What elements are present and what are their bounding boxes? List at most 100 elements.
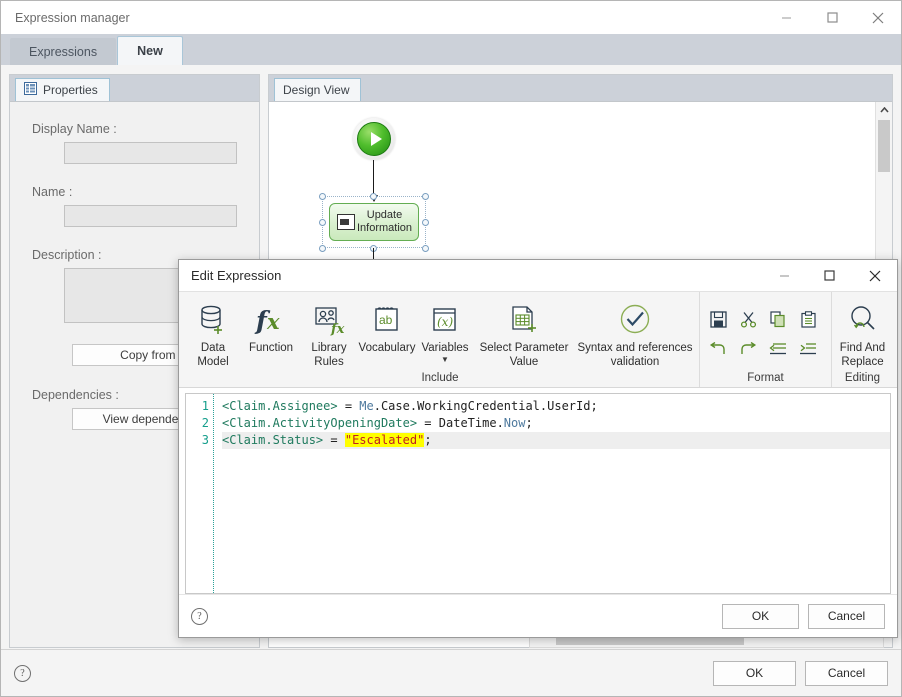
activity-node-update-information[interactable]: Update Information [329,203,419,241]
ribbon-label-function: Function [248,342,294,354]
code-token: = [337,399,360,413]
display-name-field[interactable] [64,142,237,164]
ribbon-group-label-format: Format [747,371,784,384]
code-token: UserId [547,399,591,413]
ribbon-button-function[interactable]: f x Function [242,298,300,355]
ribbon-button-select-parameter-value[interactable]: Select Parameter Value [474,298,574,369]
chevron-down-icon[interactable]: ▼ [441,356,449,364]
selection-handle[interactable] [319,193,326,200]
tab-design-view[interactable]: Design View [274,78,362,101]
dialog-cancel-button[interactable]: Cancel [808,603,885,629]
dialog-ok-button[interactable]: OK [722,603,799,629]
design-hscroll-thumb[interactable] [556,638,744,645]
ribbon-button-vocabulary[interactable]: ab Vocabulary [358,298,416,355]
help-icon[interactable]: ? [14,664,31,682]
selection-handle[interactable] [319,245,326,252]
ribbon-group-format: Format [699,292,831,387]
main-footer: ? OK Cancel [1,649,901,696]
library-rules-icon: fx [313,300,345,340]
select-parameter-value-icon [508,300,540,340]
ribbon-label-find-and-replace: Find And Replace [839,342,886,368]
format-icon-grid [703,298,823,364]
window-controls [763,1,901,34]
selection-handle[interactable] [422,245,429,252]
ribbon-group-label-include: Include [421,372,459,384]
ribbon-button-syntax-validation[interactable]: Syntax and references validation [574,298,696,369]
ribbon-label-library-rules: Library Rules [311,342,347,368]
dialog-minimize-icon[interactable] [762,260,807,291]
selection-handle[interactable] [319,219,326,226]
selection-handle[interactable] [422,219,429,226]
name-field[interactable] [64,205,237,227]
code-token: . [496,416,504,430]
name-label: Name : [32,185,73,199]
dialog-help-icon[interactable]: ? [191,607,208,625]
dialog-ribbon: Data Model f x Function fx Library Rules… [179,291,897,388]
code-token: "Escalated" [344,433,425,447]
editor-code-area[interactable]: <Claim.Assignee> = Me.Case.WorkingCreden… [214,394,890,593]
ribbon-button-find-and-replace[interactable]: Find And Replace [835,298,890,369]
validation-check-icon [618,300,652,340]
properties-icon [24,82,37,98]
ribbon-group-format-items [703,292,828,368]
editor-code-line[interactable]: <Claim.Status> = "Escalated"; [222,432,890,449]
code-token: Me [359,399,374,413]
paste-icon[interactable] [800,310,817,328]
scroll-up-icon[interactable] [876,102,892,118]
tab-design-view-label: Design View [283,83,350,97]
minimize-icon[interactable] [763,1,809,34]
maximize-icon[interactable] [809,1,855,34]
variables-icon: (x) [430,300,460,340]
expression-code-editor[interactable]: 1 2 3 <Claim.Assignee> = Me.Case.WorkingCr… [185,393,891,594]
start-node[interactable] [353,118,395,160]
dialog-title: Edit Expression [191,268,282,283]
main-cancel-button[interactable]: Cancel [805,660,888,686]
ribbon-label-vocabulary: Vocabulary [358,342,416,354]
ribbon-group-include-items: Data Model f x Function fx Library Rules… [184,292,696,369]
ribbon-button-library-rules[interactable]: fx Library Rules [300,298,358,369]
design-tabbar: Design View [269,75,892,101]
copy-icon[interactable] [769,310,787,328]
data-model-icon [198,300,228,340]
ribbon-label-variables: Variables [421,342,469,354]
window-title: Expression manager [15,10,130,25]
cut-icon[interactable] [740,311,757,328]
tab-expressions[interactable]: Expressions [10,38,117,65]
editor-code-line[interactable]: <Claim.ActivityOpeningDate> = DateTime.N… [222,415,890,432]
main-ok-button[interactable]: OK [713,660,796,686]
undo-icon[interactable] [709,341,727,357]
start-play-icon [357,122,391,156]
find-replace-icon [847,300,879,340]
ribbon-button-variables[interactable]: (x) Variables ▼ [416,298,474,364]
editor-line-number: 3 [201,433,209,447]
editor-line-numbers: 1 2 3 [186,394,214,593]
ribbon-label-data-model: Data Model [197,342,229,368]
ribbon-label-select-parameter-value: Select Parameter Value [479,342,569,368]
tab-properties[interactable]: Properties [15,78,110,101]
dialog-window-controls [762,260,897,291]
ribbon-button-data-model[interactable]: Data Model [184,298,242,369]
code-token: <Claim.Status> [222,433,324,447]
indent-icon[interactable] [799,342,817,357]
editor-code-line[interactable]: <Claim.Assignee> = Me.Case.WorkingCreden… [222,398,890,415]
close-icon[interactable] [855,1,901,34]
dialog-close-icon[interactable] [852,260,897,291]
selection-handle[interactable] [422,193,429,200]
selection-handle[interactable] [370,193,377,200]
dialog-maximize-icon[interactable] [807,260,852,291]
save-icon[interactable] [709,310,727,328]
redo-icon[interactable] [739,341,757,357]
code-token: = [323,433,345,447]
dialog-footer: ? OK Cancel [179,594,897,637]
svg-text:ab: ab [379,313,393,327]
code-token: Now [503,416,526,430]
code-token: = [417,416,439,430]
activity-node-label: Update Information [356,209,413,234]
tab-new[interactable]: New [117,36,183,65]
svg-text:fx: fx [330,322,345,336]
design-scroll-thumb[interactable] [878,120,890,172]
outdent-icon[interactable] [769,342,787,357]
code-token: <Claim.Assignee> [222,399,338,413]
editor-line-number: 1 [201,399,209,413]
main-titlebar: Expression manager [1,1,901,34]
